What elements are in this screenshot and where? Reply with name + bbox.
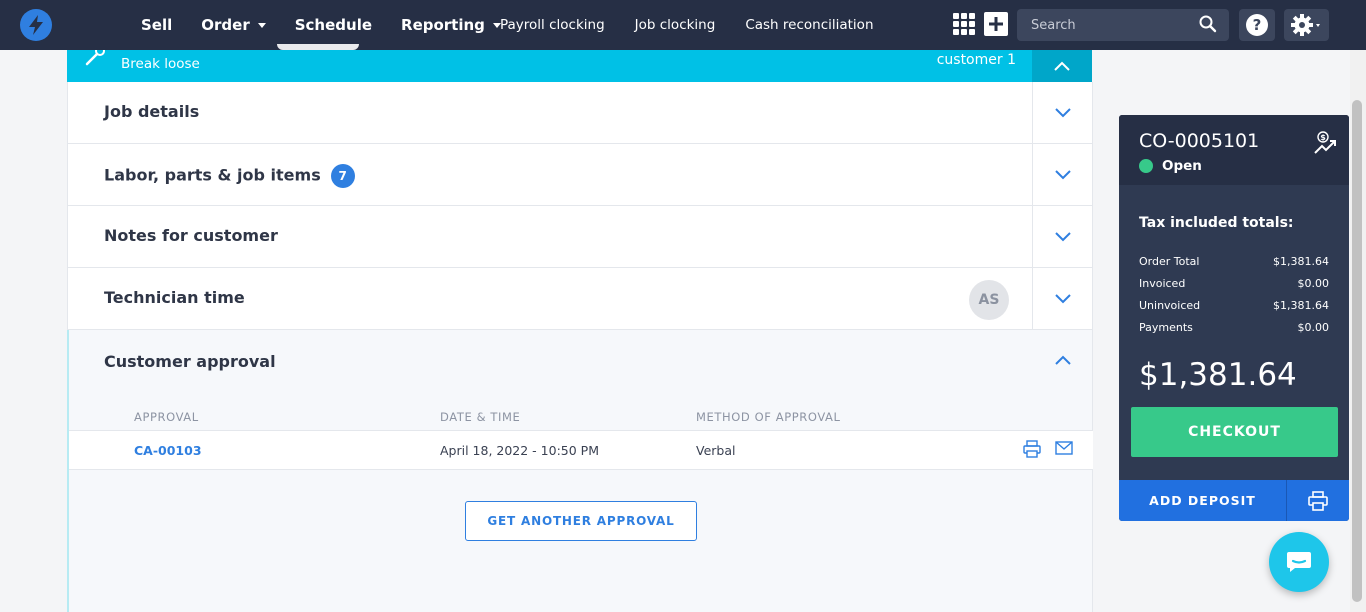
totals-list: Order Total $1,381.64 Invoiced $0.00 Uninv… [1139, 255, 1329, 343]
nav-reporting[interactable]: Reporting [401, 16, 501, 34]
total-label: Payments [1139, 321, 1193, 334]
search-icon[interactable] [1199, 15, 1217, 37]
section-label: Customer approval [104, 352, 276, 371]
add-new-icon[interactable] [984, 12, 1008, 36]
nav-sell-label: Sell [141, 16, 173, 34]
wrench-icon [83, 46, 111, 70]
nav-order[interactable]: Order [201, 16, 266, 34]
expand-toggle[interactable] [1032, 82, 1092, 143]
section-label-text: Labor, parts & job items [104, 165, 321, 185]
section-customer-approval: Customer approval APPROVAL DATE & TIME M… [67, 330, 1093, 612]
settings-gear-icon[interactable] [1284, 9, 1329, 41]
svg-text:?: ? [1253, 16, 1262, 34]
total-label: Order Total [1139, 255, 1200, 268]
nav-job-clocking[interactable]: Job clocking [635, 17, 716, 33]
nav-sell[interactable]: Sell [141, 16, 172, 34]
lightning-logo-icon[interactable] [20, 9, 52, 41]
add-deposit-button[interactable]: ADD DEPOSIT [1119, 480, 1286, 521]
section-label: Technician time [104, 288, 245, 307]
table-row: CA-00103 April 18, 2022 - 10:50 PM Verba… [69, 431, 1093, 470]
job-banner: Break loose customer 1 [67, 44, 1092, 82]
item-count-badge: 7 [330, 164, 355, 188]
order-header: CO-0005101 Open $ [1119, 115, 1349, 185]
banner-pill [277, 44, 359, 50]
expand-toggle[interactable] [1032, 268, 1092, 329]
help-icon[interactable]: ? [1239, 9, 1275, 41]
nav-order-label: Order [201, 16, 250, 34]
checkout-button[interactable]: CHECKOUT [1131, 407, 1338, 457]
page-scrollbar[interactable] [1350, 50, 1366, 612]
nav-payroll-clocking[interactable]: Payroll clocking [500, 17, 605, 33]
get-another-approval-button[interactable]: GET ANOTHER APPROVAL [465, 501, 697, 541]
total-row: Uninvoiced $1,381.64 [1139, 299, 1329, 321]
chevron-down-icon [1054, 169, 1071, 179]
column-header-date-time: DATE & TIME [440, 410, 521, 424]
status-dot-icon [1139, 159, 1153, 173]
section-job-details[interactable]: Job details [68, 82, 1092, 144]
svg-text:$: $ [1320, 133, 1326, 142]
job-title: Break loose [121, 56, 200, 72]
tax-totals-title: Tax included totals: [1139, 215, 1294, 231]
search-box [1017, 9, 1229, 41]
total-row: Payments $0.00 [1139, 321, 1329, 343]
section-labor-parts[interactable]: Labor, parts & job items 7 [68, 144, 1092, 206]
total-value: $1,381.64 [1273, 299, 1329, 312]
chevron-down-icon [1054, 293, 1071, 303]
search-input[interactable] [1031, 17, 1191, 33]
print-icon[interactable] [1286, 480, 1349, 521]
total-value: $0.00 [1297, 277, 1330, 290]
deposit-actions: ADD DEPOSIT [1119, 480, 1349, 521]
scrollbar-thumb[interactable] [1352, 100, 1362, 602]
chat-icon[interactable] [1269, 532, 1329, 592]
total-value: $1,381.64 [1273, 255, 1329, 268]
banner-collapse-button[interactable] [1032, 50, 1092, 82]
order-status: Open [1139, 158, 1202, 174]
total-label: Invoiced [1139, 277, 1186, 290]
nav-schedule-label: Schedule [294, 16, 373, 34]
approval-datetime: April 18, 2022 - 10:50 PM [440, 443, 599, 458]
approval-id-link[interactable]: CA-00103 [134, 443, 202, 458]
caret-down-icon [257, 22, 266, 28]
section-notes-for-customer[interactable]: Notes for customer [68, 206, 1092, 268]
expand-toggle[interactable] [1032, 206, 1092, 267]
nav-cash-reconciliation[interactable]: Cash reconciliation [745, 17, 873, 33]
expand-toggle[interactable] [1032, 144, 1092, 205]
column-header-method: METHOD OF APPROVAL [696, 410, 841, 424]
job-sections: Job details Labor, parts & job items 7 No… [67, 82, 1093, 330]
order-summary-card: CO-0005101 Open $ Tax included totals: O… [1119, 115, 1349, 521]
approval-method: Verbal [696, 443, 736, 458]
print-icon[interactable] [1023, 440, 1041, 462]
total-value: $0.00 [1297, 321, 1330, 334]
nav-reporting-label: Reporting [401, 16, 485, 34]
status-text: Open [1162, 158, 1202, 174]
top-navigation: Sell Order Schedule Reporting Payroll cl… [0, 0, 1366, 50]
section-technician-time[interactable]: Technician time AS [68, 268, 1092, 330]
chevron-down-icon [1054, 231, 1071, 241]
secondary-menu: Payroll clocking Job clocking Cash recon… [500, 0, 904, 50]
section-label: Labor, parts & job items 7 [104, 164, 355, 188]
total-row: Invoiced $0.00 [1139, 277, 1329, 299]
main-menu: Sell Order Schedule Reporting [141, 0, 530, 50]
nav-schedule[interactable]: Schedule [295, 16, 372, 34]
section-label: Notes for customer [104, 226, 278, 245]
column-header-approval: APPROVAL [134, 410, 199, 424]
apps-grid-icon[interactable] [953, 13, 975, 35]
email-icon[interactable] [1055, 440, 1073, 459]
profit-trend-icon[interactable]: $ [1313, 131, 1339, 161]
total-row: Order Total $1,381.64 [1139, 255, 1329, 277]
chevron-up-icon[interactable] [1054, 350, 1072, 369]
customer-name[interactable]: customer 1 [937, 52, 1016, 68]
order-grand-total: $1,381.64 [1139, 357, 1297, 393]
total-label: Uninvoiced [1139, 299, 1201, 312]
technician-avatar: AS [969, 280, 1009, 320]
order-number: CO-0005101 [1139, 130, 1260, 152]
chevron-down-icon [1054, 107, 1071, 117]
section-label: Job details [104, 102, 200, 121]
